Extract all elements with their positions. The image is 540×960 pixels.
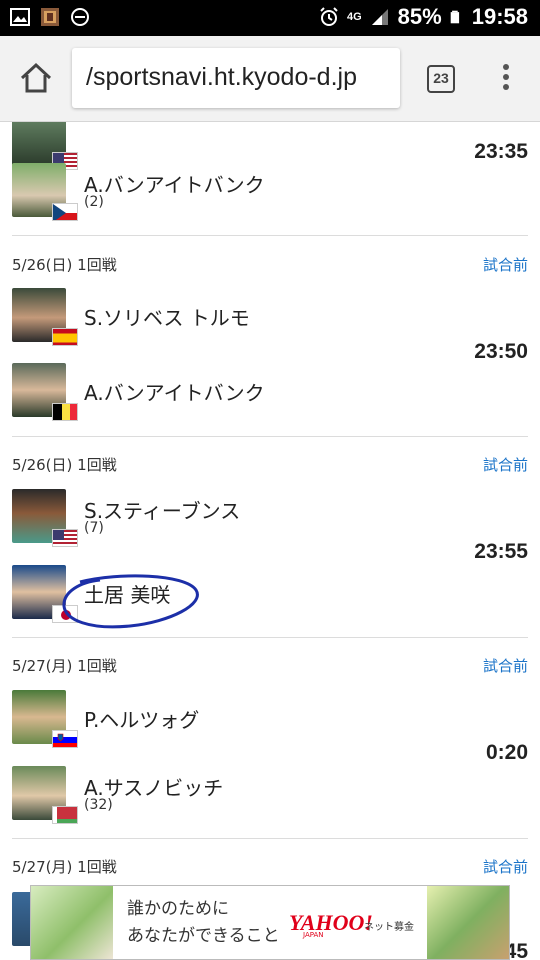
match-header: 5/27(月) 1回戦 試合前 (12, 655, 528, 679)
ad-image-puppy-kitten (31, 886, 113, 959)
player-row[interactable]: A.バンアイトバンク (12, 363, 452, 421)
match-time: 23:55 (474, 540, 528, 563)
browser-toolbar: /sportsnavi.ht.kyodo-d.jp 23 (0, 36, 540, 122)
player-seed: (7) (84, 520, 104, 536)
ad-copy: 誰かのために あなたができること (127, 896, 280, 950)
player-row[interactable]: P.ヘルツォグ (12, 690, 452, 748)
do-not-disturb-icon (71, 8, 89, 26)
match-date: 5/27(月) 1回戦 (12, 657, 117, 675)
overflow-menu-icon[interactable] (496, 64, 516, 94)
player-row[interactable]: S.ソリベス トルモ (12, 288, 452, 346)
alarm-icon (320, 7, 338, 26)
ad-banner[interactable]: 誰かのために あなたができること YAHOO! JAPAN ネット募金 (30, 885, 510, 960)
match-list: 23:35 A.バンアイトバンク (2) 5/26(日) 1回戦 試合前 S.ソ… (0, 122, 540, 960)
match-header: 5/26(日) 1回戦 試合前 (12, 454, 528, 478)
clock: 19:58 (471, 4, 528, 29)
network-type: 4G (346, 10, 362, 23)
flag-by-icon (52, 806, 78, 824)
yahoo-logo: YAHOO! (289, 910, 373, 935)
battery-icon (450, 10, 459, 24)
tab-switcher-button[interactable]: 23 (427, 65, 455, 93)
player-name: A.バンアイトバンク (84, 381, 265, 405)
player-seed: (2) (84, 194, 104, 210)
player-row[interactable]: A.サスノビッチ (32) (12, 766, 452, 824)
player-name: S.ソリベス トルモ (84, 306, 250, 330)
hand-drawn-circle-annotation (62, 574, 199, 629)
signal-icon (371, 9, 388, 25)
ad-image-children (427, 886, 509, 959)
app-notification-icon (41, 8, 59, 26)
battery-percent: 85% (397, 4, 442, 29)
url-text: /sportsnavi.ht.kyodo-d.jp (86, 63, 357, 91)
flag-cz-icon (52, 203, 78, 221)
match-time: 0:20 (485, 741, 528, 764)
player-row[interactable] (12, 122, 452, 170)
divider (12, 838, 528, 839)
match-time: 23:50 (474, 340, 528, 363)
match-header: 5/26(日) 1回戦 試合前 (12, 254, 528, 278)
match-date: 5/27(月) 1回戦 (12, 858, 117, 876)
divider (12, 436, 528, 437)
match-date: 5/26(日) 1回戦 (12, 256, 117, 274)
match-status-link[interactable]: 試合前 (483, 856, 528, 877)
ad-tagline: ネット募金 (364, 922, 414, 933)
address-bar[interactable]: /sportsnavi.ht.kyodo-d.jp (72, 48, 400, 108)
match-status-link[interactable]: 試合前 (483, 254, 528, 275)
gallery-notification-icon (10, 8, 30, 26)
player-name: A.バンアイトバンク (84, 173, 265, 197)
flag-be-icon (52, 403, 78, 421)
player-row[interactable]: S.スティーブンス (7) (12, 489, 452, 547)
match-status-link[interactable]: 試合前 (483, 655, 528, 676)
player-name: S.スティーブンス (84, 499, 241, 523)
yahoo-logo-sub: JAPAN (303, 931, 324, 939)
player-name: P.ヘルツォグ (84, 708, 200, 732)
flag-si-icon (52, 730, 78, 748)
ad-line-2: あなたができること (127, 926, 280, 946)
match-time: 23:35 (474, 140, 528, 163)
status-bar: 4G 85% 19:58 (0, 0, 540, 36)
player-row[interactable]: A.バンアイトバンク (2) (12, 163, 452, 221)
url-value: sportsnavi.ht.kyodo-d.jp (92, 63, 357, 91)
divider (12, 637, 528, 638)
match-status-link[interactable]: 試合前 (483, 454, 528, 475)
match-header: 5/27(月) 1回戦 試合前 (12, 856, 528, 880)
ad-line-1: 誰かのために (127, 899, 229, 919)
player-seed: (32) (84, 797, 113, 813)
flag-es-icon (52, 328, 78, 346)
match-date: 5/26(日) 1回戦 (12, 456, 117, 474)
divider (12, 235, 528, 236)
home-icon[interactable] (18, 60, 54, 96)
flag-us-icon (52, 529, 78, 547)
